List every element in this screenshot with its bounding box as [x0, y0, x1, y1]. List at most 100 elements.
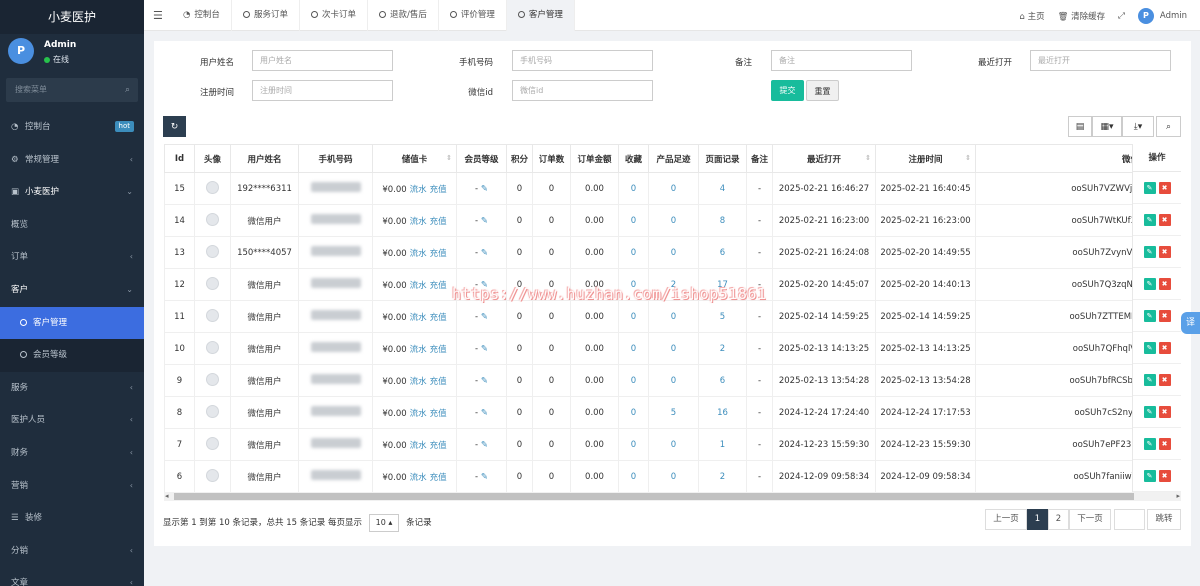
- sidebar-item-articles[interactable]: 文章 ‹: [0, 567, 144, 586]
- cell-fav[interactable]: 0: [618, 172, 649, 205]
- tab-dashboard[interactable]: ◔ 控制台: [172, 0, 232, 31]
- cell-page-records[interactable]: 1: [698, 428, 747, 461]
- recharge-link[interactable]: 充值: [430, 473, 447, 483]
- cell-footprint[interactable]: 0: [648, 204, 699, 237]
- cell-page-records[interactable]: 6: [698, 364, 747, 397]
- edit-button[interactable]: ✎: [1143, 309, 1156, 322]
- fullscreen-icon[interactable]: ⤢: [1118, 11, 1125, 21]
- clear-cache-button[interactable]: 🗑 清除缓存: [1058, 10, 1106, 22]
- page-size-select[interactable]: 10 ▴: [368, 514, 400, 532]
- cell-page-records[interactable]: 4: [698, 172, 747, 205]
- sidebar-item-customers[interactable]: 客户 ⌄: [0, 274, 144, 307]
- sidebar-item-customer-management[interactable]: 客户管理: [0, 306, 144, 340]
- sidebar-item-distribution[interactable]: 分销 ‹: [0, 535, 144, 568]
- sidebar-item-overview[interactable]: 概览: [0, 209, 144, 242]
- cell-fav[interactable]: 0: [618, 236, 649, 269]
- flow-link[interactable]: 流水: [410, 281, 427, 291]
- cell-fav[interactable]: 0: [618, 300, 649, 333]
- cell-fav[interactable]: 0: [618, 396, 649, 429]
- col-last-open[interactable]: 最近打开 ⇕: [772, 144, 876, 173]
- edit-pencil-icon[interactable]: ✎: [481, 440, 488, 450]
- cell-fav[interactable]: 0: [618, 332, 649, 365]
- cell-footprint[interactable]: 0: [648, 300, 699, 333]
- export-button[interactable]: ⤓▾: [1122, 116, 1154, 137]
- username-input[interactable]: 用户姓名: [252, 50, 393, 71]
- edit-button[interactable]: ✎: [1143, 277, 1156, 290]
- flow-link[interactable]: 流水: [410, 313, 427, 323]
- remark-input[interactable]: 备注: [771, 50, 912, 71]
- page-2-button[interactable]: 2: [1048, 509, 1069, 530]
- recharge-link[interactable]: 充值: [430, 345, 447, 355]
- cell-fav[interactable]: 0: [618, 460, 649, 492]
- submit-button[interactable]: 提交: [771, 80, 804, 101]
- edit-button[interactable]: ✎: [1143, 469, 1156, 482]
- admin-avatar[interactable]: P: [1137, 7, 1154, 24]
- sidebar-item-staff[interactable]: 医护人员 ‹: [0, 404, 144, 437]
- phone-input[interactable]: 手机号码: [512, 50, 653, 71]
- flow-link[interactable]: 流水: [410, 217, 427, 227]
- cell-footprint[interactable]: 0: [648, 332, 699, 365]
- sidebar-item-xiaomai[interactable]: ▣ 小麦医护 ⌄: [0, 176, 144, 209]
- flow-link[interactable]: 流水: [410, 441, 427, 451]
- recharge-link[interactable]: 充值: [430, 313, 447, 323]
- cell-footprint[interactable]: 0: [648, 364, 699, 397]
- scroll-right-icon[interactable]: ▸: [1176, 492, 1180, 501]
- cell-footprint[interactable]: 2: [648, 268, 699, 301]
- sidebar-item-member-level[interactable]: 会员等级: [0, 339, 144, 372]
- cell-page-records[interactable]: 16: [698, 396, 747, 429]
- delete-button[interactable]: ✖: [1158, 437, 1171, 450]
- cell-footprint[interactable]: 0: [648, 460, 699, 492]
- flow-link[interactable]: 流水: [410, 409, 427, 419]
- sidebar-item-general[interactable]: ⚙ 常规管理 ‹: [0, 144, 144, 177]
- delete-button[interactable]: ✖: [1158, 181, 1171, 194]
- home-link[interactable]: ⌂ 主页: [1019, 10, 1044, 22]
- jump-button[interactable]: 跳转: [1147, 509, 1181, 530]
- flow-link[interactable]: 流水: [410, 473, 427, 483]
- flow-link[interactable]: 流水: [410, 345, 427, 355]
- wechat-input[interactable]: 微信id: [512, 80, 653, 101]
- edit-pencil-icon[interactable]: ✎: [481, 344, 488, 354]
- translate-button[interactable]: 译: [1181, 312, 1200, 334]
- cell-footprint[interactable]: 0: [648, 236, 699, 269]
- sidebar-item-orders[interactable]: 订单 ‹: [0, 241, 144, 274]
- edit-pencil-icon[interactable]: ✎: [481, 248, 488, 258]
- edit-button[interactable]: ✎: [1143, 245, 1156, 258]
- delete-button[interactable]: ✖: [1158, 245, 1171, 258]
- flow-link[interactable]: 流水: [410, 185, 427, 195]
- flow-link[interactable]: 流水: [410, 249, 427, 259]
- refresh-button[interactable]: ↻: [163, 116, 186, 137]
- edit-pencil-icon[interactable]: ✎: [481, 184, 488, 194]
- tab-card-orders[interactable]: 次卡订单: [300, 0, 368, 31]
- recharge-link[interactable]: 充值: [430, 281, 447, 291]
- col-id[interactable]: Id: [164, 144, 195, 173]
- edit-pencil-icon[interactable]: ✎: [481, 472, 488, 482]
- cell-footprint[interactable]: 0: [648, 428, 699, 461]
- delete-button[interactable]: ✖: [1158, 373, 1171, 386]
- col-balance[interactable]: 储值卡 ⇕: [372, 144, 457, 173]
- delete-button[interactable]: ✖: [1158, 341, 1171, 354]
- cell-footprint[interactable]: 0: [648, 172, 699, 205]
- scrollbar-thumb[interactable]: [174, 493, 1134, 500]
- recharge-link[interactable]: 充值: [430, 217, 447, 227]
- recharge-link[interactable]: 充值: [430, 249, 447, 259]
- edit-pencil-icon[interactable]: ✎: [481, 376, 488, 386]
- edit-button[interactable]: ✎: [1143, 341, 1156, 354]
- scroll-left-icon[interactable]: ◂: [165, 492, 169, 501]
- sidebar-item-marketing[interactable]: 营销 ‹: [0, 470, 144, 503]
- cell-fav[interactable]: 0: [618, 428, 649, 461]
- tab-reviews[interactable]: 评价管理: [439, 0, 507, 31]
- edit-button[interactable]: ✎: [1143, 181, 1156, 194]
- recharge-link[interactable]: 充值: [430, 409, 447, 419]
- delete-button[interactable]: ✖: [1158, 309, 1171, 322]
- prev-page-button[interactable]: 上一页: [985, 509, 1027, 530]
- col-reg-time[interactable]: 注册时间 ⇕: [875, 144, 976, 173]
- edit-button[interactable]: ✎: [1143, 373, 1156, 386]
- columns-button[interactable]: ▦▾: [1092, 116, 1122, 137]
- cell-fav[interactable]: 0: [618, 204, 649, 237]
- sidebar-item-dashboard[interactable]: ◔ 控制台 hot: [0, 111, 144, 144]
- cell-page-records[interactable]: 2: [698, 332, 747, 365]
- sidebar-item-finance[interactable]: 财务 ‹: [0, 437, 144, 470]
- cell-fav[interactable]: 0: [618, 364, 649, 397]
- delete-button[interactable]: ✖: [1158, 277, 1171, 290]
- cell-footprint[interactable]: 5: [648, 396, 699, 429]
